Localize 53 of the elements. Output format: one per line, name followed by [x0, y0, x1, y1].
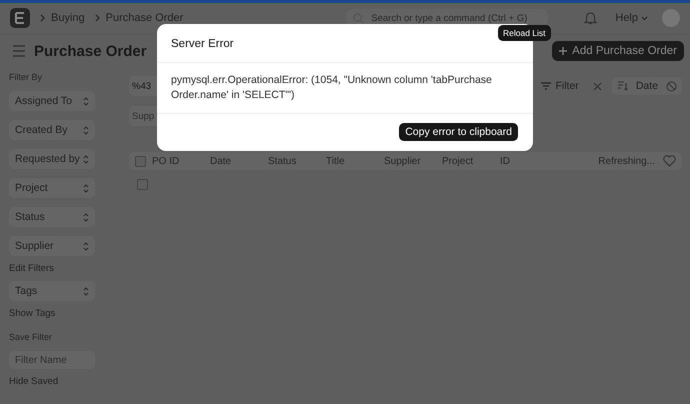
cancel-icon[interactable] [666, 80, 677, 92]
chevron-icon [94, 14, 100, 22]
breadcrumb-link[interactable]: Buying [51, 12, 85, 24]
column-header: Supplier [384, 156, 422, 166]
filter-dropdown[interactable]: Project [9, 178, 95, 198]
chevron-icon [40, 14, 45, 22]
filter-dropdown[interactable]: Supplier [9, 236, 95, 256]
up-down-caret-icon [83, 96, 89, 106]
filter-dropdown[interactable]: Assigned To [9, 91, 95, 111]
up-down-caret-icon [83, 286, 89, 296]
select-all-checkbox[interactable] [135, 156, 146, 166]
column-header: PO ID [152, 156, 180, 166]
column-header: ID [500, 156, 511, 166]
up-down-caret-icon [83, 126, 89, 134]
tags-dropdown[interactable]: Tags [9, 281, 95, 301]
column-header: Date [210, 156, 232, 166]
app-logo-icon[interactable] [10, 8, 30, 28]
filter-dropdown[interactable]: Status [9, 207, 95, 227]
notification-bell-icon[interactable] [584, 11, 598, 25]
page-title: Purchase Order [34, 42, 147, 60]
error-message: pymysql.err.OperationalError: (1054, "Unknown column 'tabPurchase Order.name' in 'SELECT'") [157, 63, 533, 114]
row-checkbox[interactable] [137, 179, 148, 190]
hide-saved-link[interactable]: Hide Saved [9, 376, 58, 387]
column-header: Project [442, 156, 474, 166]
edit-filters-link[interactable]: Edit Filters [9, 263, 54, 274]
show-tags-link[interactable]: Show Tags [9, 308, 56, 319]
heart-icon[interactable] [663, 155, 676, 167]
save-filter-heading: Save Filter [9, 332, 52, 342]
sort-order-icon[interactable] [616, 81, 628, 91]
filter-name-field[interactable]: Filter Name [9, 351, 95, 369]
menu-icon[interactable] [12, 45, 26, 57]
filter-dropdown[interactable]: Created By [9, 120, 95, 140]
up-down-caret-icon [83, 154, 89, 164]
search-icon [353, 12, 364, 24]
reload-list-tooltip: Reload List [498, 25, 551, 41]
copy-error-button[interactable]: Copy error to clipboard [399, 123, 518, 142]
breadcrumb-link[interactable]: Purchase Order [106, 12, 184, 24]
refreshing-status: Refreshing... [598, 156, 655, 166]
clear-filter-icon[interactable] [592, 82, 602, 90]
filter-by-heading: Filter By [9, 72, 42, 82]
filter-button[interactable]: Filter [537, 78, 583, 94]
filter-icon [541, 82, 552, 90]
add-purchase-order-button[interactable]: Add Purchase Order [552, 41, 684, 61]
help-menu-button[interactable]: Help [611, 10, 652, 26]
column-header: Title [326, 156, 346, 166]
user-avatar[interactable] [662, 9, 680, 27]
up-down-caret-icon [83, 242, 89, 250]
filter-dropdown[interactable]: Requested by [9, 149, 95, 169]
up-down-caret-icon [83, 184, 89, 192]
caret-icon [641, 16, 648, 20]
plus-icon [559, 47, 568, 55]
up-down-caret-icon [83, 212, 89, 222]
column-header: Status [268, 156, 298, 166]
